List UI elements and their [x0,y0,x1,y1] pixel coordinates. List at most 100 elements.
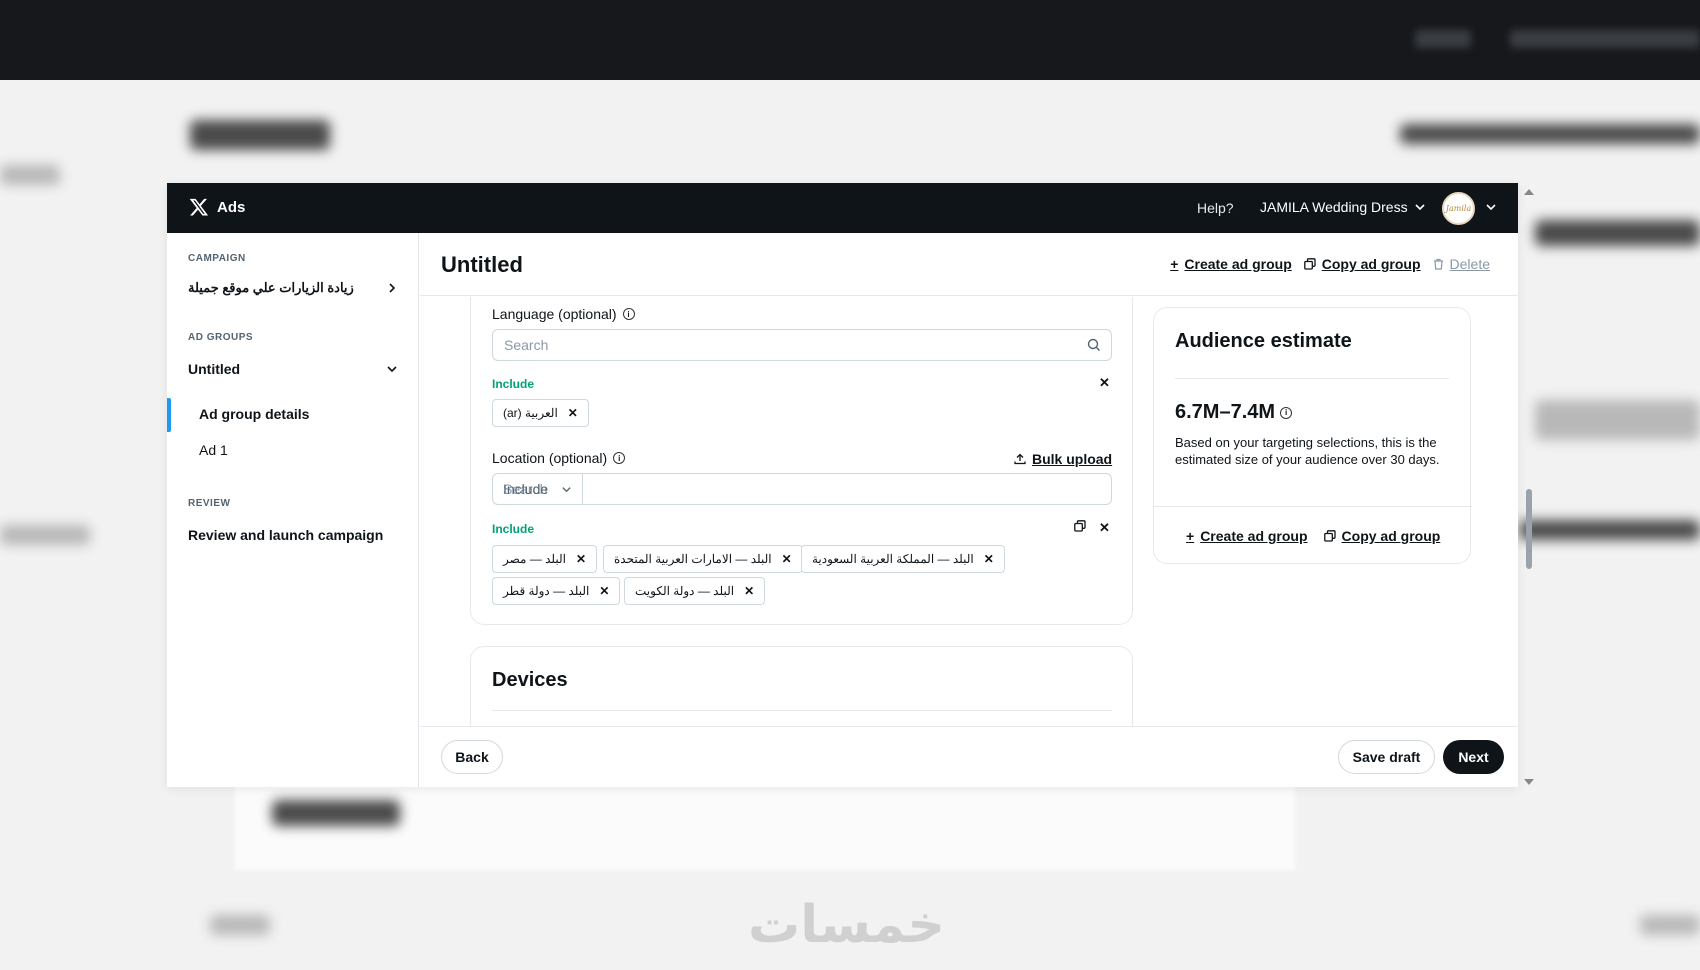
plus-icon: + [1170,256,1179,272]
window-scrollbar[interactable] [1522,183,1534,787]
background-back-blur [210,915,270,935]
close-icon[interactable]: ✕ [599,584,609,598]
sidebar-item-review[interactable]: Review and launch campaign [188,527,398,543]
help-link[interactable]: Help? [1197,200,1234,216]
bulk-upload-label: Bulk upload [1032,451,1113,467]
sidebar-item-ad-group-details[interactable]: Ad group details [199,406,309,422]
language-search-placeholder: Search [504,337,549,353]
chip-label: البلد — مصر [503,552,567,566]
background-audience-blur [1535,220,1700,246]
close-icon[interactable]: ✕ [984,552,994,566]
background-actions-blur [1400,124,1700,144]
create-ad-group-button[interactable]: + Create ad group [1170,256,1292,272]
background-next-blur [1640,915,1700,935]
language-label: Language (optional) [492,306,617,322]
close-icon: ✕ [1099,375,1110,390]
clear-locations-button[interactable]: ✕ [1099,520,1110,536]
brand-logo[interactable]: Ads [189,197,245,217]
sidebar-item-label: Untitled [188,361,241,377]
app-header: Ads Help? JAMILA Wedding Dress Jamila [167,183,1518,233]
close-icon[interactable]: ✕ [576,552,586,566]
header-actions: + Create ad group Copy ad group Delete [1170,256,1490,272]
language-search-input[interactable]: Search [492,329,1112,361]
chevron-down-icon[interactable] [1485,201,1497,213]
audience-title: Audience estimate [1175,330,1352,352]
active-indicator [167,398,171,432]
main-header: Untitled + Create ad group Copy ad group… [420,233,1518,296]
location-input-group: Include Search [492,473,1112,505]
location-chip: البلد — مصر ✕ [492,545,598,573]
info-icon[interactable]: i [1280,406,1293,419]
copy-icon [1074,520,1086,532]
language-chip: العربية (ar) ✕ [492,399,589,427]
close-icon[interactable]: ✕ [568,406,578,420]
plus-icon: + [1186,528,1195,544]
background-topbar [0,0,1700,80]
audience-range-row: 6.7M–7.4M i [1175,401,1293,424]
targeting-card: Language (optional) i Search Include ✕ ا… [470,297,1133,625]
location-mode-value: Include [503,481,549,497]
search-icon [1087,338,1100,351]
chip-label: البلد — المملكة العربية السعودية [812,552,974,566]
sidebar-item-label: زيادة الزيارات علي موقع جميلة [188,280,354,295]
audience-divider [1175,378,1449,379]
sidebar-item-label: Review and launch campaign [188,527,384,543]
close-icon: ✕ [1099,520,1110,535]
scrollbar-thumb[interactable] [1526,489,1532,569]
audience-actions: + Create ad group Copy ad group [1186,528,1440,544]
copy-ad-group-label: Copy ad group [1341,528,1441,544]
audience-description: Based on your targeting selections, this… [1175,435,1440,467]
chip-label: البلد — الامارات العربية المتحدة [614,552,772,566]
location-chip: البلد — دولة الكويت ✕ [624,577,766,605]
back-button[interactable]: Back [441,740,503,774]
bulk-upload-button[interactable]: Bulk upload [1014,451,1112,467]
save-draft-button[interactable]: Save draft [1338,740,1435,774]
location-label: Location (optional) [492,450,608,466]
create-ad-group-button[interactable]: + Create ad group [1186,528,1308,544]
chip-label: العربية (ar) [503,406,558,420]
copy-locations-button[interactable] [1074,520,1086,535]
background-sidebar-blur [0,525,90,545]
chevron-down-icon [387,366,397,373]
sidebar-item-campaign[interactable]: زيادة الزيارات علي موقع جميلة [188,280,398,296]
info-icon[interactable]: i [613,452,626,464]
watermark-logo: خمسات [748,895,946,955]
create-ad-group-label: Create ad group [1184,256,1292,272]
brand-name: Ads [217,198,246,216]
scroll-down-icon[interactable] [1524,779,1534,785]
audience-range: 6.7M–7.4M [1175,401,1276,423]
copy-ad-group-label: Copy ad group [1321,256,1421,272]
background-audience-blur [1535,400,1700,440]
page-title: Untitled [441,252,523,277]
delete-button[interactable]: Delete [1433,256,1490,272]
chevron-down-icon [562,486,571,492]
location-mode-select[interactable]: Include [493,473,583,505]
chevron-right-icon [389,283,396,293]
devices-card: Devices [470,646,1133,726]
trash-icon [1433,258,1443,270]
x-logo-icon [189,198,209,216]
info-icon[interactable]: i [622,308,635,320]
copy-ad-group-button[interactable]: Copy ad group [1303,256,1421,272]
background-ghost-text [1510,30,1700,48]
close-icon[interactable]: ✕ [782,552,792,566]
copy-icon [1323,530,1336,542]
sidebar-item-ad-1[interactable]: Ad 1 [199,442,228,458]
scroll-up-icon[interactable] [1524,189,1534,195]
sidebar: CAMPAIGN زيادة الزيارات علي موقع جميلة A… [167,233,419,787]
chevron-down-icon [1415,204,1425,211]
copy-icon [1303,258,1316,270]
chip-label: البلد — دولة الكويت [635,584,735,598]
close-icon[interactable]: ✕ [744,584,754,598]
sidebar-item-ad-group[interactable]: Untitled [188,361,398,377]
next-button[interactable]: Next [1443,740,1504,774]
clear-language-button[interactable]: ✕ [1099,375,1110,391]
location-chip: البلد — الامارات العربية المتحدة ✕ [603,545,803,573]
sidebar-section-review: REVIEW [188,498,231,509]
scroll-area[interactable]: Language (optional) i Search Include ✕ ا… [420,297,1518,726]
avatar[interactable]: Jamila [1442,192,1475,225]
account-name: JAMILA Wedding Dress [1260,199,1408,215]
account-switcher[interactable]: JAMILA Wedding Dress [1260,199,1426,215]
copy-ad-group-button[interactable]: Copy ad group [1323,528,1441,544]
footer-bar: Back Save draft Next [420,726,1518,787]
